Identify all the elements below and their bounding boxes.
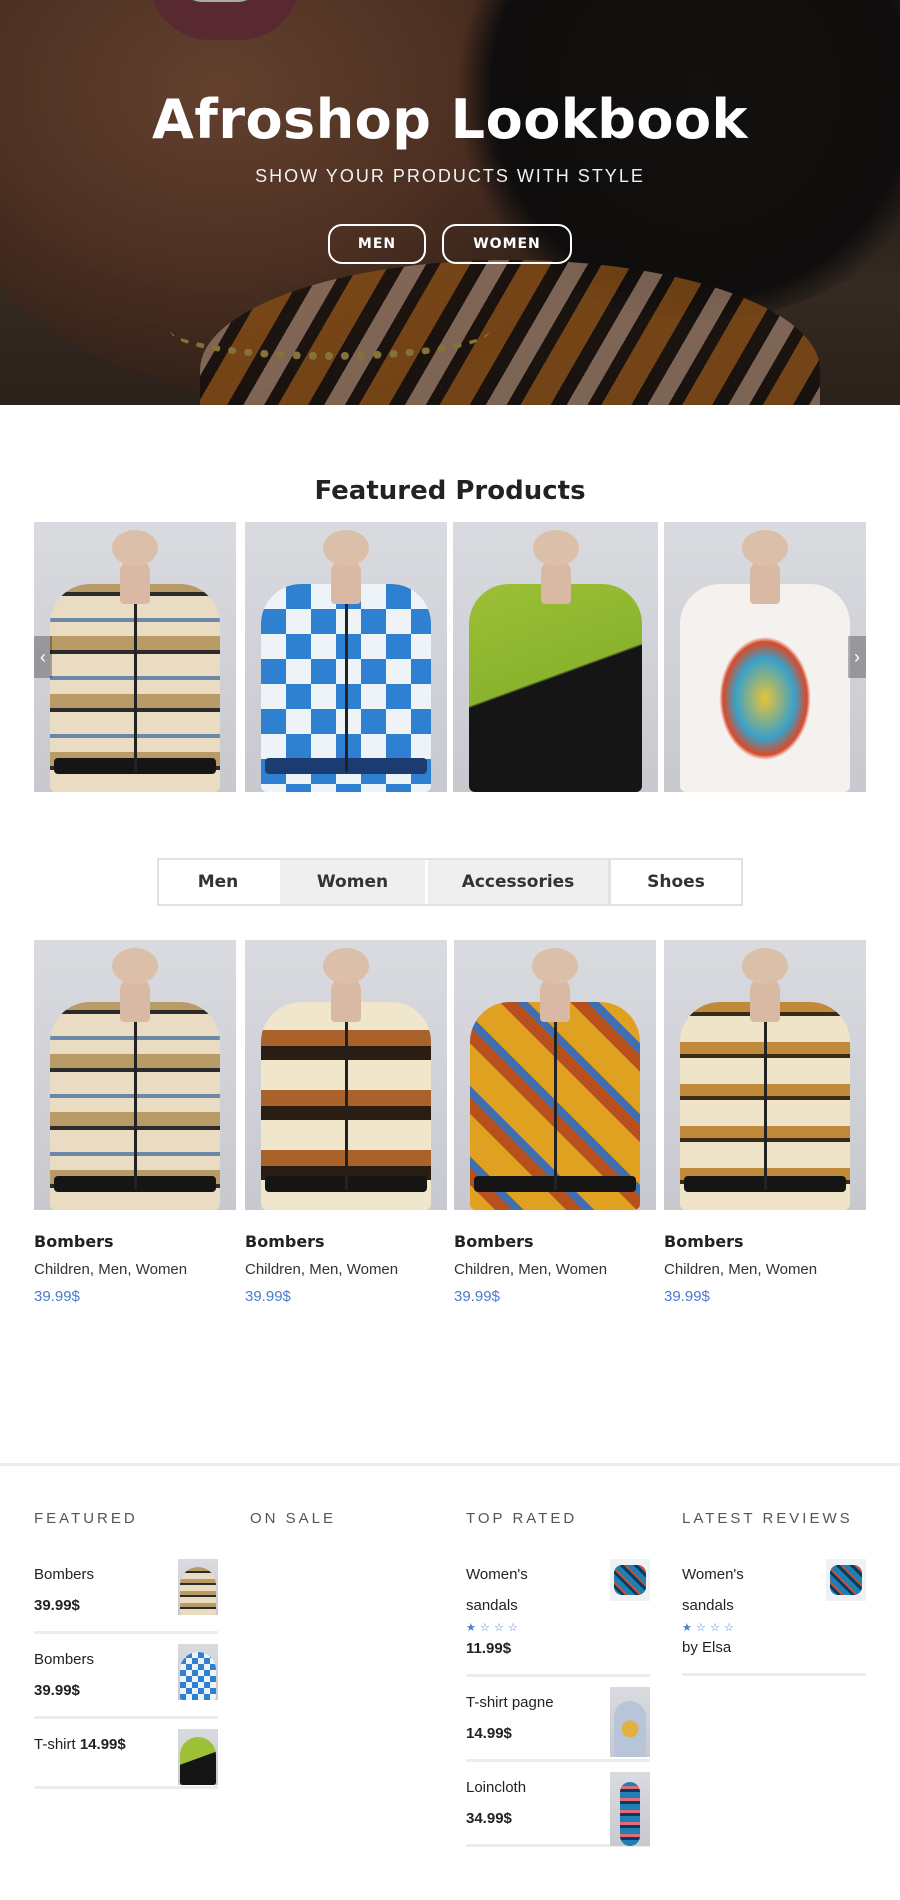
star-empty-icon: ☆ [494, 1622, 504, 1634]
widget-item-thumbnail[interactable] [610, 1687, 650, 1757]
widget-item-name[interactable]: Bombers [34, 1559, 164, 1590]
review-author: by Elsa [682, 1639, 732, 1656]
widget-item[interactable]: T-shirt 14.99$ [34, 1719, 218, 1789]
product-card[interactable]: Bombers Children, Men, Women 39.99$ [664, 940, 866, 1305]
star-rating: ★ ☆ ☆ ☆ [466, 1622, 650, 1634]
widget-item[interactable]: Bombers 39.99$ [34, 1549, 218, 1634]
star-filled-icon: ★ [682, 1622, 692, 1634]
star-filled-icon: ★ [466, 1622, 476, 1634]
widget-item-name[interactable]: T-shirt pagne [466, 1687, 596, 1718]
widget-top-rated: TOP RATED Women's sandals ★ ☆ ☆ ☆ 11.99$… [466, 1510, 650, 1847]
product-categories[interactable]: Children, Men, Women [664, 1261, 866, 1278]
product-name[interactable]: Bombers [245, 1232, 447, 1251]
chevron-left-icon[interactable]: ‹ [34, 636, 52, 678]
product-image[interactable] [454, 940, 656, 1210]
widget-on-sale: ON SALE [250, 1510, 434, 1549]
carousel-item[interactable] [453, 522, 658, 792]
product-price: 39.99$ [664, 1288, 710, 1305]
widget-item[interactable]: T-shirt pagne 14.99$ [466, 1677, 650, 1762]
widget-item-name[interactable]: Bombers [34, 1644, 164, 1675]
product-name[interactable]: Bombers [34, 1232, 236, 1251]
product-price: 39.99$ [245, 1288, 291, 1305]
product-name[interactable]: Bombers [454, 1232, 656, 1251]
chevron-right-icon[interactable]: › [848, 636, 866, 678]
carousel-item[interactable] [245, 522, 447, 792]
carousel-item[interactable] [34, 522, 236, 792]
star-empty-icon: ☆ [696, 1622, 706, 1634]
product-price: 39.99$ [34, 1288, 80, 1305]
widget-item[interactable]: Loincloth 34.99$ [466, 1762, 650, 1847]
star-empty-icon: ☆ [710, 1622, 720, 1634]
widget-title: LATEST REVIEWS [682, 1510, 853, 1527]
star-empty-icon: ☆ [480, 1622, 490, 1634]
widget-item-thumbnail[interactable] [178, 1559, 218, 1615]
product-card[interactable]: Bombers Children, Men, Women 39.99$ [454, 940, 656, 1305]
widget-item-price: 11.99$ [466, 1640, 512, 1657]
star-rating: ★ ☆ ☆ ☆ [682, 1622, 866, 1634]
widget-item[interactable]: Bombers 39.99$ [34, 1634, 218, 1719]
category-tabs: Men Women Accessories Shoes [157, 858, 743, 906]
widget-title: ON SALE [250, 1510, 337, 1527]
tab-women[interactable]: Women [277, 860, 425, 904]
star-empty-icon: ☆ [508, 1622, 518, 1634]
widget-item-thumbnail[interactable] [610, 1772, 650, 1846]
product-image[interactable] [664, 940, 866, 1210]
product-image[interactable] [34, 940, 236, 1210]
hero-banner: Afroshop Lookbook SHOW YOUR PRODUCTS WIT… [0, 0, 900, 405]
star-empty-icon: ☆ [724, 1622, 734, 1634]
widget-item-thumbnail[interactable] [610, 1559, 650, 1601]
tab-men[interactable]: Men [159, 860, 277, 904]
hero-subtitle: SHOW YOUR PRODUCTS WITH STYLE [255, 166, 645, 186]
product-card[interactable]: Bombers Children, Men, Women 39.99$ [34, 940, 236, 1305]
widget-item[interactable]: Women's sandals ★ ☆ ☆ ☆ 11.99$ [466, 1549, 650, 1677]
widget-item-name[interactable]: T-shirt [34, 1736, 76, 1753]
product-categories[interactable]: Children, Men, Women [245, 1261, 447, 1278]
featured-carousel [34, 522, 866, 792]
hero-buttons: MEN WOMEN [0, 224, 900, 264]
product-image[interactable] [245, 940, 447, 1210]
widget-featured: FEATURED Bombers 39.99$ Bombers 39.99$ T… [34, 1510, 218, 1789]
widget-item-price: 14.99$ [79, 1736, 126, 1753]
widget-item-name[interactable]: Women's sandals [682, 1559, 792, 1621]
widget-item-thumbnail[interactable] [826, 1559, 866, 1601]
tab-accessories[interactable]: Accessories [425, 860, 608, 904]
product-categories[interactable]: Children, Men, Women [454, 1261, 656, 1278]
carousel-item[interactable] [664, 522, 866, 792]
product-name[interactable]: Bombers [664, 1232, 866, 1251]
footer-divider [0, 1463, 900, 1466]
hero-title: Afroshop Lookbook [152, 88, 748, 151]
widget-item-name[interactable]: Loincloth [466, 1772, 596, 1803]
featured-products-title: Featured Products [314, 476, 586, 506]
widget-item-thumbnail[interactable] [178, 1644, 218, 1700]
women-button[interactable]: WOMEN [442, 224, 572, 264]
widget-item-name[interactable]: Women's sandals [466, 1559, 576, 1621]
men-button[interactable]: MEN [328, 224, 426, 264]
product-image [453, 522, 658, 792]
product-image [245, 522, 447, 792]
widget-latest-reviews: LATEST REVIEWS Women's sandals ★ ☆ ☆ ☆ b… [682, 1510, 866, 1676]
product-image [664, 522, 866, 792]
product-categories[interactable]: Children, Men, Women [34, 1261, 236, 1278]
product-card[interactable]: Bombers Children, Men, Women 39.99$ [245, 940, 447, 1305]
widget-title: FEATURED [34, 1510, 138, 1527]
tab-shoes[interactable]: Shoes [608, 860, 741, 904]
widget-item[interactable]: Women's sandals ★ ☆ ☆ ☆ by Elsa [682, 1549, 866, 1676]
widget-item-thumbnail[interactable] [178, 1729, 218, 1785]
product-grid: Bombers Children, Men, Women 39.99$ Bomb… [34, 940, 866, 1330]
product-image [34, 522, 236, 792]
widget-title: TOP RATED [466, 1510, 578, 1527]
product-price: 39.99$ [454, 1288, 500, 1305]
